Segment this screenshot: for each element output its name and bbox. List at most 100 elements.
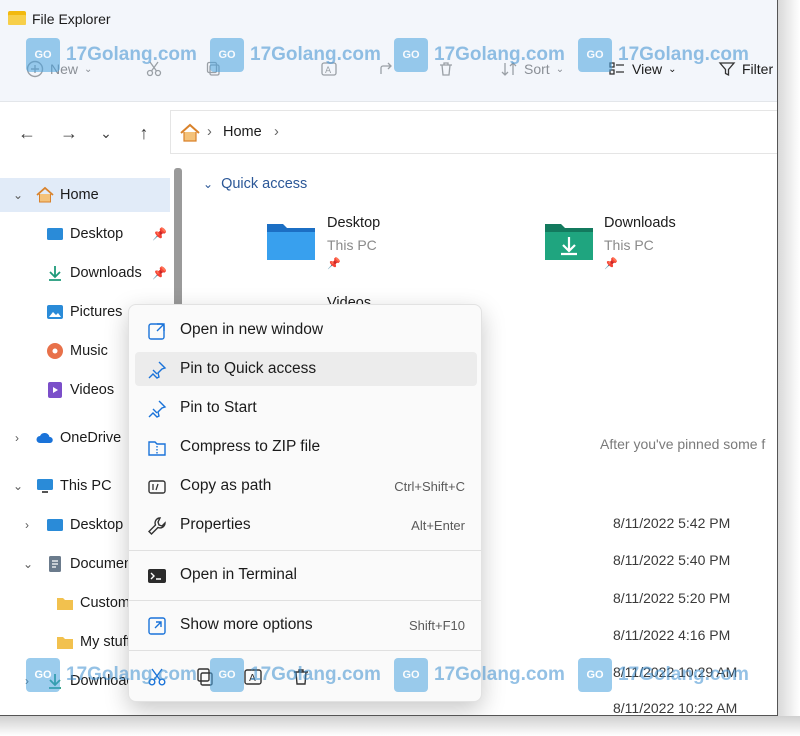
window-title: File Explorer	[32, 11, 111, 27]
menu-separator	[129, 650, 481, 651]
menu-item-show-more-options[interactable]: Show more options Shift+F10	[135, 608, 477, 642]
rename-icon[interactable]: A	[243, 667, 263, 687]
pictures-icon	[47, 305, 63, 319]
menu-item-shortcut: Ctrl+Shift+C	[394, 479, 465, 494]
menu-item-open-terminal[interactable]: Open in Terminal	[135, 558, 477, 592]
file-date: 8/11/2022 5:42 PM	[613, 515, 731, 531]
sort-label: Sort	[524, 61, 550, 77]
copy-path-icon	[148, 480, 166, 494]
new-label: New	[50, 61, 79, 77]
address-bar[interactable]: › Home ›	[170, 110, 777, 154]
view-button[interactable]: View ⌄	[608, 60, 676, 78]
window-shadow-right	[778, 0, 800, 736]
up-button[interactable]: ↑	[133, 122, 155, 144]
breadcrumb-home[interactable]: Home	[223, 124, 262, 140]
pin-icon	[148, 361, 167, 379]
menu-item-pin-quick-access[interactable]: Pin to Quick access	[135, 352, 477, 386]
file-date: 8/11/2022 4:16 PM	[613, 627, 731, 643]
chevron-down-icon: ⌄	[100, 124, 112, 141]
wrench-icon	[148, 517, 166, 535]
menu-item-pin-start[interactable]: Pin to Start	[135, 391, 477, 425]
chevron-down-icon: ⌄	[13, 188, 24, 202]
download-arrow-icon	[49, 266, 61, 281]
cut-button[interactable]	[145, 60, 163, 78]
copy-icon	[206, 61, 220, 76]
desktop-icon	[47, 228, 63, 240]
sidebar-item-home[interactable]: ⌄ Home	[0, 178, 170, 212]
scissors-icon[interactable]	[147, 667, 167, 687]
menu-item-properties[interactable]: Properties Alt+Enter	[135, 508, 477, 542]
zip-folder-icon	[148, 441, 166, 456]
sort-button[interactable]: Sort ⌄	[500, 60, 564, 78]
sidebar-item-label: This PC	[60, 478, 112, 494]
chevron-right-icon: ›	[207, 124, 212, 140]
folder-location: This PC	[327, 237, 377, 253]
menu-item-label: Open in new window	[180, 321, 324, 338]
chevron-down-icon: ⌄	[23, 557, 34, 571]
sidebar-item-label: Custom	[80, 595, 130, 611]
chevron-right-icon: ›	[25, 674, 29, 688]
sidebar-scrollbar[interactable]	[174, 168, 182, 308]
music-icon	[47, 343, 63, 359]
chevron-right-icon: ›	[15, 431, 19, 445]
menu-item-label: Properties	[180, 516, 251, 533]
share-button[interactable]	[378, 60, 396, 78]
quick-access-label: Quick access	[221, 176, 308, 192]
context-menu: Open in new window Pin to Quick access P…	[128, 304, 482, 702]
chevron-down-icon: ⌄	[13, 479, 24, 493]
title-bar: File Explorer	[0, 0, 777, 40]
window-shadow-bottom	[0, 716, 800, 736]
svg-text:A: A	[325, 66, 332, 76]
forward-button[interactable]: →	[58, 122, 80, 144]
view-label: View	[632, 61, 663, 77]
menu-item-label: Compress to ZIP file	[180, 438, 321, 455]
file-date: 8/11/2022 10:22 AM	[613, 700, 738, 716]
arrow-up-icon: ↑	[139, 122, 149, 143]
menu-item-shortcut: Alt+Enter	[411, 518, 465, 533]
sidebar-item-label: Pictures	[70, 304, 123, 320]
sidebar-item-label: Desktop	[70, 517, 124, 533]
sidebar-item-label: Desktop	[70, 226, 124, 242]
chevron-down-icon: ⌄	[84, 63, 93, 75]
trash-icon[interactable]	[291, 667, 311, 687]
chevron-down-icon: ⌄	[555, 63, 565, 75]
videos-icon	[48, 382, 62, 398]
pin-icon: 📌	[327, 258, 341, 270]
rename-button[interactable]: A	[320, 60, 338, 78]
sidebar-item-label: Home	[60, 187, 99, 203]
filter-button[interactable]: Filter	[718, 60, 773, 78]
copy-icon[interactable]	[195, 667, 215, 687]
chevron-right-icon: ›	[25, 518, 29, 532]
sort-icon	[501, 62, 517, 76]
more-options-icon	[148, 617, 166, 635]
menu-item-copy-as-path[interactable]: Copy as path Ctrl+Shift+C	[135, 469, 477, 503]
new-button[interactable]: New ⌄	[26, 60, 92, 78]
pin-icon: 📌	[152, 227, 167, 241]
back-button[interactable]: ←	[16, 122, 38, 144]
folder-app-icon	[8, 11, 26, 25]
desktop-icon	[47, 519, 63, 531]
menu-item-label: Pin to Quick access	[180, 360, 317, 377]
chevron-down-icon: ⌄	[668, 63, 677, 75]
command-bar: New ⌄ A Sort ⌄ View ⌄ Filter	[0, 40, 777, 102]
sidebar-item-desktop[interactable]: Desktop 📌	[0, 217, 170, 251]
computer-icon	[37, 479, 53, 493]
menu-item-open-new-window[interactable]: Open in new window	[135, 313, 477, 347]
quick-access-header[interactable]: ⌄ Quick access	[203, 176, 307, 192]
pin-icon	[148, 400, 167, 418]
menu-item-compress-zip[interactable]: Compress to ZIP file	[135, 430, 477, 464]
filter-icon	[718, 62, 736, 77]
menu-item-label: Pin to Start	[180, 399, 257, 416]
sidebar-item-downloads[interactable]: Downloads 📌	[0, 256, 170, 290]
desktop-folder-icon	[267, 224, 315, 260]
share-icon	[380, 62, 392, 74]
menu-separator	[129, 550, 481, 551]
recent-locations-button[interactable]: ⌄	[95, 122, 117, 144]
copy-button[interactable]	[205, 60, 223, 78]
pin-icon: 📌	[604, 258, 618, 270]
folder-name: Downloads	[604, 215, 676, 231]
menu-separator	[129, 600, 481, 601]
download-arrow-icon	[49, 674, 61, 689]
delete-button[interactable]	[437, 60, 455, 78]
sidebar-item-label: Downloads	[70, 265, 142, 281]
